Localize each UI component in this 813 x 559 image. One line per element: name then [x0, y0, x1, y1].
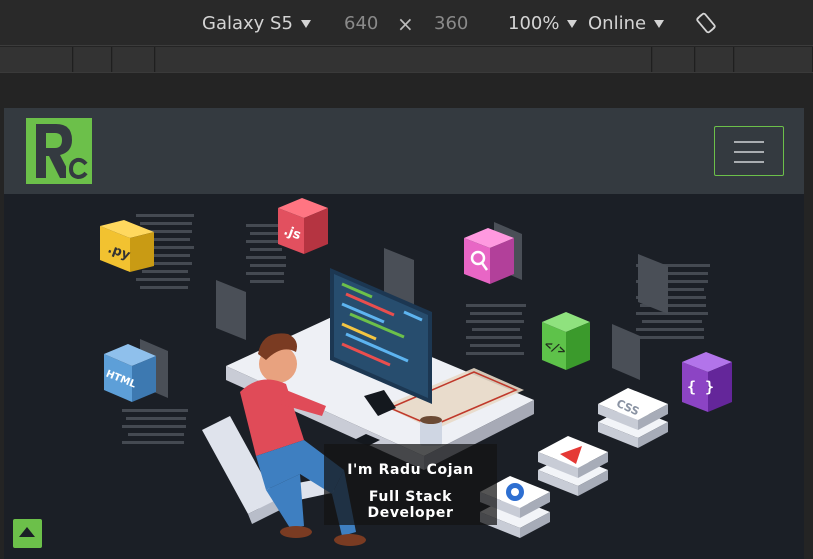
caret-down-icon — [300, 19, 311, 28]
caret-down-icon — [654, 19, 665, 28]
hero-caption: I'm Radu Cojan Full Stack Developer — [324, 444, 497, 525]
navbar-toggler-button[interactable] — [714, 126, 784, 176]
zoom-select[interactable]: 100% — [508, 13, 578, 34]
hero-name: I'm Radu Cojan — [347, 462, 474, 478]
device-select[interactable]: Galaxy S5 — [202, 13, 311, 34]
hamburger-icon — [734, 141, 764, 143]
braces-tile-label: { } — [687, 378, 714, 396]
ruler-segment[interactable] — [0, 47, 73, 72]
device-label: Galaxy S5 — [202, 13, 293, 34]
caret-down-icon — [567, 19, 578, 28]
site-navbar — [4, 108, 804, 194]
media-query-ruler[interactable] — [0, 47, 813, 73]
ruler-segment[interactable] — [74, 47, 112, 72]
height-input[interactable]: 360 — [434, 13, 468, 34]
hero-role: Full Stack Developer — [367, 489, 454, 521]
ruler-segment[interactable] — [696, 47, 734, 72]
hamburger-line — [734, 151, 764, 153]
ruler-segment[interactable] — [735, 47, 813, 72]
ruler-segment[interactable] — [653, 47, 695, 72]
ruler-segment[interactable] — [113, 47, 155, 72]
arrow-up-icon — [19, 527, 35, 537]
device-toolbar: Galaxy S5 640 × 360 100% Online — [0, 0, 813, 46]
scroll-to-top-button[interactable] — [13, 519, 42, 548]
network-label: Online — [588, 13, 647, 34]
zoom-label: 100% — [508, 13, 560, 34]
dimension-separator: × — [397, 12, 414, 36]
network-throttle-select[interactable]: Online — [588, 13, 665, 34]
hero-banner: .py .js HTML </> { } CSS I'm Radu Cojan … — [4, 194, 804, 559]
width-input[interactable]: 640 — [344, 13, 378, 34]
hamburger-line — [734, 161, 764, 163]
rotate-icon[interactable] — [695, 12, 717, 34]
site-logo[interactable] — [26, 118, 92, 184]
device-viewport: .py .js HTML </> { } CSS I'm Radu Cojan … — [4, 108, 804, 559]
ruler-segment[interactable] — [156, 47, 652, 72]
